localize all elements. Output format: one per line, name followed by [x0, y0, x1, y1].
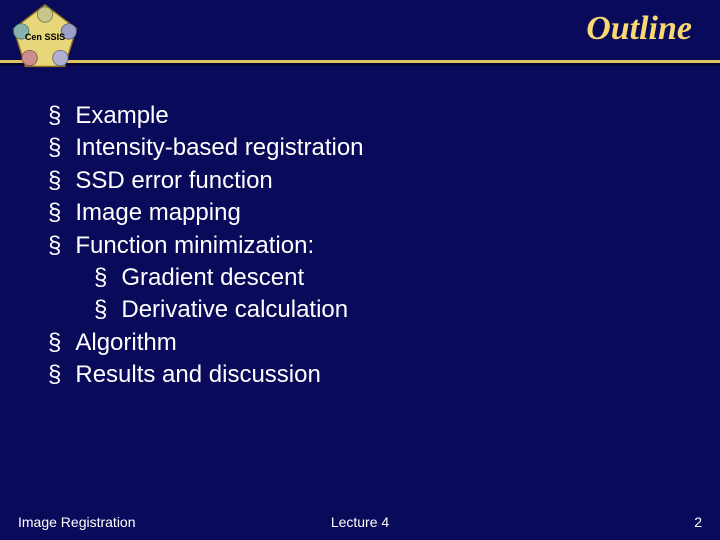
- header: Cen SSIS Outline: [0, 0, 720, 72]
- bullet-text: SSD error function: [75, 167, 272, 194]
- bullet-text: Gradient descent: [121, 264, 304, 291]
- divider-bottom: [0, 63, 720, 66]
- bullet-text: Intensity-based registration: [75, 134, 363, 161]
- outline-list: Example Intensity-based registration SSD…: [48, 100, 680, 392]
- slide-title: Outline: [586, 10, 692, 48]
- bullet-text: Image mapping: [75, 199, 240, 226]
- list-item: Results and discussion: [48, 359, 680, 391]
- list-item: Algorithm: [48, 327, 680, 359]
- footer-left: Image Registration: [18, 514, 136, 530]
- list-item: SSD error function: [48, 165, 680, 197]
- footer-page-number: 2: [694, 514, 702, 530]
- list-item: Gradient descent: [94, 262, 680, 294]
- outline-body: Example Intensity-based registration SSD…: [48, 100, 680, 392]
- bullet-text: Algorithm: [75, 329, 176, 356]
- bullet-text: Derivative calculation: [121, 296, 348, 323]
- bullet-text: Example: [75, 102, 168, 129]
- footer: Lecture 4 Image Registration 2: [18, 514, 702, 530]
- bullet-text: Results and discussion: [75, 361, 320, 388]
- list-item: Example: [48, 100, 680, 132]
- bullet-text: Function minimization:: [75, 232, 314, 259]
- list-item: Intensity-based registration: [48, 132, 680, 164]
- list-item: Function minimization: Gradient descent …: [48, 230, 680, 327]
- logo-badge: Cen SSIS: [10, 2, 80, 72]
- slide: Cen SSIS Outline Example Intensity-based…: [0, 0, 720, 540]
- logo-text: Cen SSIS: [25, 32, 65, 42]
- list-item: Image mapping: [48, 197, 680, 229]
- list-item: Derivative calculation: [94, 294, 680, 326]
- outline-sublist: Gradient descent Derivative calculation: [94, 262, 680, 327]
- divider: [0, 60, 720, 70]
